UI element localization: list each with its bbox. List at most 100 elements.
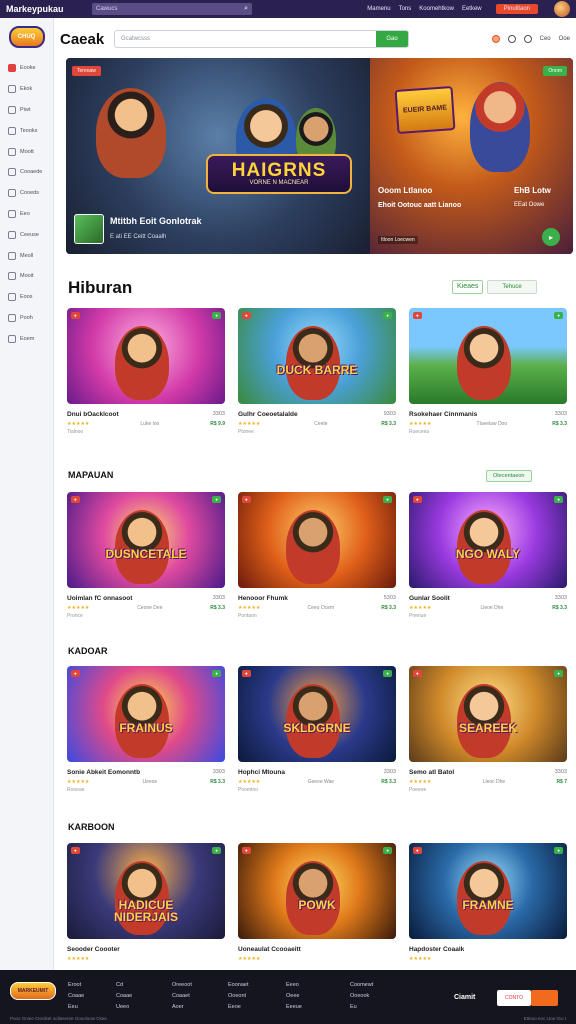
hero-banner[interactable]: Tereoaw HAIGRNS VORNE N MACNEAR Mtitbh E… <box>66 58 573 254</box>
footer-link[interactable]: Ueeo <box>116 1002 132 1013</box>
search-input[interactable]: Gcatwcsss Gao <box>114 30 409 48</box>
sidebar-item[interactable]: Eoos <box>0 287 53 308</box>
game-category: Rueceea <box>409 429 430 435</box>
footer-link[interactable]: Ooeook <box>350 991 373 1002</box>
section-pill[interactable]: Otecentaeon <box>486 470 532 482</box>
game-thumbnail[interactable]: ● ● SEAREEK <box>409 666 567 762</box>
sidebar-item[interactable]: Teooks <box>0 120 53 141</box>
game-thumbnail[interactable]: ● ● SKLDGRNE <box>238 666 396 762</box>
footer-link[interactable]: Eeeo <box>286 980 302 991</box>
game-card[interactable]: ● ● FRAMNE Hapdoster Coaalk ★★★★★ <box>409 843 567 964</box>
game-thumbnail[interactable]: ● ● NGO WALY <box>409 492 567 588</box>
footer-input[interactable]: CONTO <box>497 990 531 1006</box>
hero-right-art: Onom EUEIR BAME Ooom Ltlanoo EhB Lotw Eh… <box>370 58 573 254</box>
top-search-input[interactable]: Cawucs ⌕ <box>92 3 252 15</box>
play-button-icon[interactable]: ▸ <box>542 228 560 246</box>
sidebar-item[interactable]: Eoem <box>0 328 53 349</box>
user-icon[interactable] <box>523 35 532 43</box>
cta-button[interactable]: Pinulitaon <box>495 4 538 14</box>
footer-link[interactable]: Oreeoot <box>172 980 192 991</box>
game-card[interactable]: ● ● DUSNCETALE Uoimlan fC onnasoot 3303 ★★★★★… <box>67 492 225 619</box>
sidebar-item[interactable]: Eeo <box>0 204 53 225</box>
game-thumbnail[interactable]: ● ● <box>409 308 567 404</box>
filter-dropdown[interactable]: Tehuce <box>487 280 537 294</box>
footer-link[interactable]: Coaae <box>68 991 84 1002</box>
top-link-0[interactable]: Mamenu <box>367 6 390 12</box>
footer-link[interactable]: Eeeue <box>286 1002 302 1013</box>
sidebar-item[interactable]: Meoll <box>0 245 53 266</box>
footer-link[interactable]: Eu <box>350 1002 373 1013</box>
game-thumbnail[interactable]: ● ● FRAINUS <box>67 666 225 762</box>
top-link-3[interactable]: Eetkew <box>462 6 482 12</box>
game-card[interactable]: ● ● SKLDGRNE Hophci Mtouna 3303 ★★★★★ Geeoe Wa… <box>238 666 396 793</box>
footer-link[interactable]: Ooeont <box>228 991 249 1002</box>
game-card[interactable]: ● ● Rsokehaer Cinnmanis 3303 ★★★★★ Tlueelaw D… <box>409 308 567 435</box>
sidebar-logo[interactable]: CHUQ <box>8 26 45 48</box>
game-cost: R$ 3.3 <box>381 421 396 427</box>
footer-link[interactable]: Eeu <box>68 1002 84 1013</box>
footer-link[interactable]: Oeee <box>286 991 302 1002</box>
game-title[interactable]: Hapdoster Coaalk <box>409 946 464 953</box>
footer-button[interactable] <box>531 990 558 1006</box>
game-thumbnail[interactable]: ● ● FRAMNE <box>409 843 567 939</box>
top-link-1[interactable]: Tons <box>399 6 412 12</box>
footer-link[interactable]: Coomewt <box>350 980 373 991</box>
search-icon[interactable]: ⌕ <box>244 5 248 13</box>
game-thumbnail[interactable]: ● ● POWK <box>238 843 396 939</box>
footer-link[interactable]: Cd <box>116 980 132 991</box>
game-thumbnail[interactable]: ● ● HADICUE NIDERJAIS <box>67 843 225 939</box>
game-card[interactable]: ● ● HADICUE NIDERJAIS Seooder Coooter ★★★★★ <box>67 843 225 964</box>
game-card[interactable]: ● ● FRAINUS Sonie Abkeit Eomonntb 3303 ★★★★★ U… <box>67 666 225 793</box>
hero-game-thumbnail[interactable] <box>74 214 104 244</box>
game-card[interactable]: ● ● Henooor Fhumk 5303 ★★★★★ Ceeo Ocem R$ 3.3 P… <box>238 492 396 619</box>
sidebar-item[interactable]: Moott <box>0 141 53 162</box>
sidebar-item[interactable]: Mooit <box>0 266 53 287</box>
game-thumbnail[interactable]: ● ● <box>238 492 396 588</box>
game-title[interactable]: Uoneaulat Ccooaeitt <box>238 946 301 953</box>
game-card[interactable]: ● ● DUCK BARRE Gulhr Coeoetalalde 9303 ★★★★★ C… <box>238 308 396 435</box>
footer-link[interactable]: Eeoe <box>228 1002 249 1013</box>
hero-game-name[interactable]: Mtitbh Eoit GonIotrak <box>110 216 202 226</box>
game-thumbnail[interactable]: ● ● DUCK BARRE <box>238 308 396 404</box>
footer-logo[interactable]: MARKEUMIT <box>10 982 56 1000</box>
header-link-1[interactable]: Ooe <box>559 36 570 42</box>
game-title[interactable]: Dnui bOacklcoot <box>67 411 119 418</box>
header-link-0[interactable]: Ceo <box>540 36 551 42</box>
game-title[interactable]: Gulhr Coeoetalalde <box>238 411 298 418</box>
game-card[interactable]: ● ● POWK Uoneaulat Ccooaeitt ★★★★★ <box>238 843 396 964</box>
game-title[interactable]: Hophci Mtouna <box>238 769 285 776</box>
game-card[interactable]: ● ● NGO WALY Gunlar Soolit 3303 ★★★★★ Lleoe Dh… <box>409 492 567 619</box>
filter-chip[interactable]: Kieaes <box>452 280 484 294</box>
sidebar-item[interactable]: Eooke <box>0 58 53 79</box>
sidebar-item[interactable]: Ceeuse <box>0 224 53 245</box>
settings-icon[interactable] <box>507 35 516 43</box>
brand-name[interactable]: Markeypukau <box>6 4 86 14</box>
badge-hot: ● <box>212 847 221 854</box>
footer-link[interactable]: Eoonaet <box>228 980 249 991</box>
sidebar-item[interactable]: Cooaede <box>0 162 53 183</box>
avatar[interactable] <box>554 1 570 17</box>
sidebar-item[interactable]: Pooh <box>0 308 53 329</box>
game-thumbnail[interactable]: ● ● DUSNCETALE <box>67 492 225 588</box>
footer-link[interactable]: Coaaet <box>172 991 192 1002</box>
sidebar-item[interactable]: Piwt <box>0 100 53 121</box>
game-title[interactable]: Gunlar Soolit <box>409 595 450 602</box>
game-title[interactable]: Henooor Fhumk <box>238 595 288 602</box>
game-title[interactable]: Semo atl Batol <box>409 769 454 776</box>
notification-icon[interactable] <box>491 35 500 43</box>
game-card[interactable]: ● ● SEAREEK Semo atl Batol 3303 ★★★★★ Lleoc Dh… <box>409 666 567 793</box>
character-figure <box>457 326 511 400</box>
sidebar-item[interactable]: Cooeds <box>0 183 53 204</box>
search-button[interactable]: Gao <box>376 31 408 47</box>
footer-link[interactable]: Aoer <box>172 1002 192 1013</box>
game-title[interactable]: Rsokehaer Cinnmanis <box>409 411 477 418</box>
top-link-2[interactable]: Koomehtkow <box>419 6 454 12</box>
game-card[interactable]: ● ● Dnui bOacklcoot 3303 ★★★★★ Luke loo R$ 9.9… <box>67 308 225 435</box>
game-title[interactable]: Sonie Abkeit Eomonntb <box>67 769 140 776</box>
game-title[interactable]: Uoimlan fC onnasoot <box>67 595 132 602</box>
footer-link[interactable]: Coaae <box>116 991 132 1002</box>
game-title[interactable]: Seooder Coooter <box>67 946 120 953</box>
sidebar-item[interactable]: Ekok <box>0 79 53 100</box>
footer-link[interactable]: Eroot <box>68 980 84 991</box>
game-thumbnail[interactable]: ● ● <box>67 308 225 404</box>
